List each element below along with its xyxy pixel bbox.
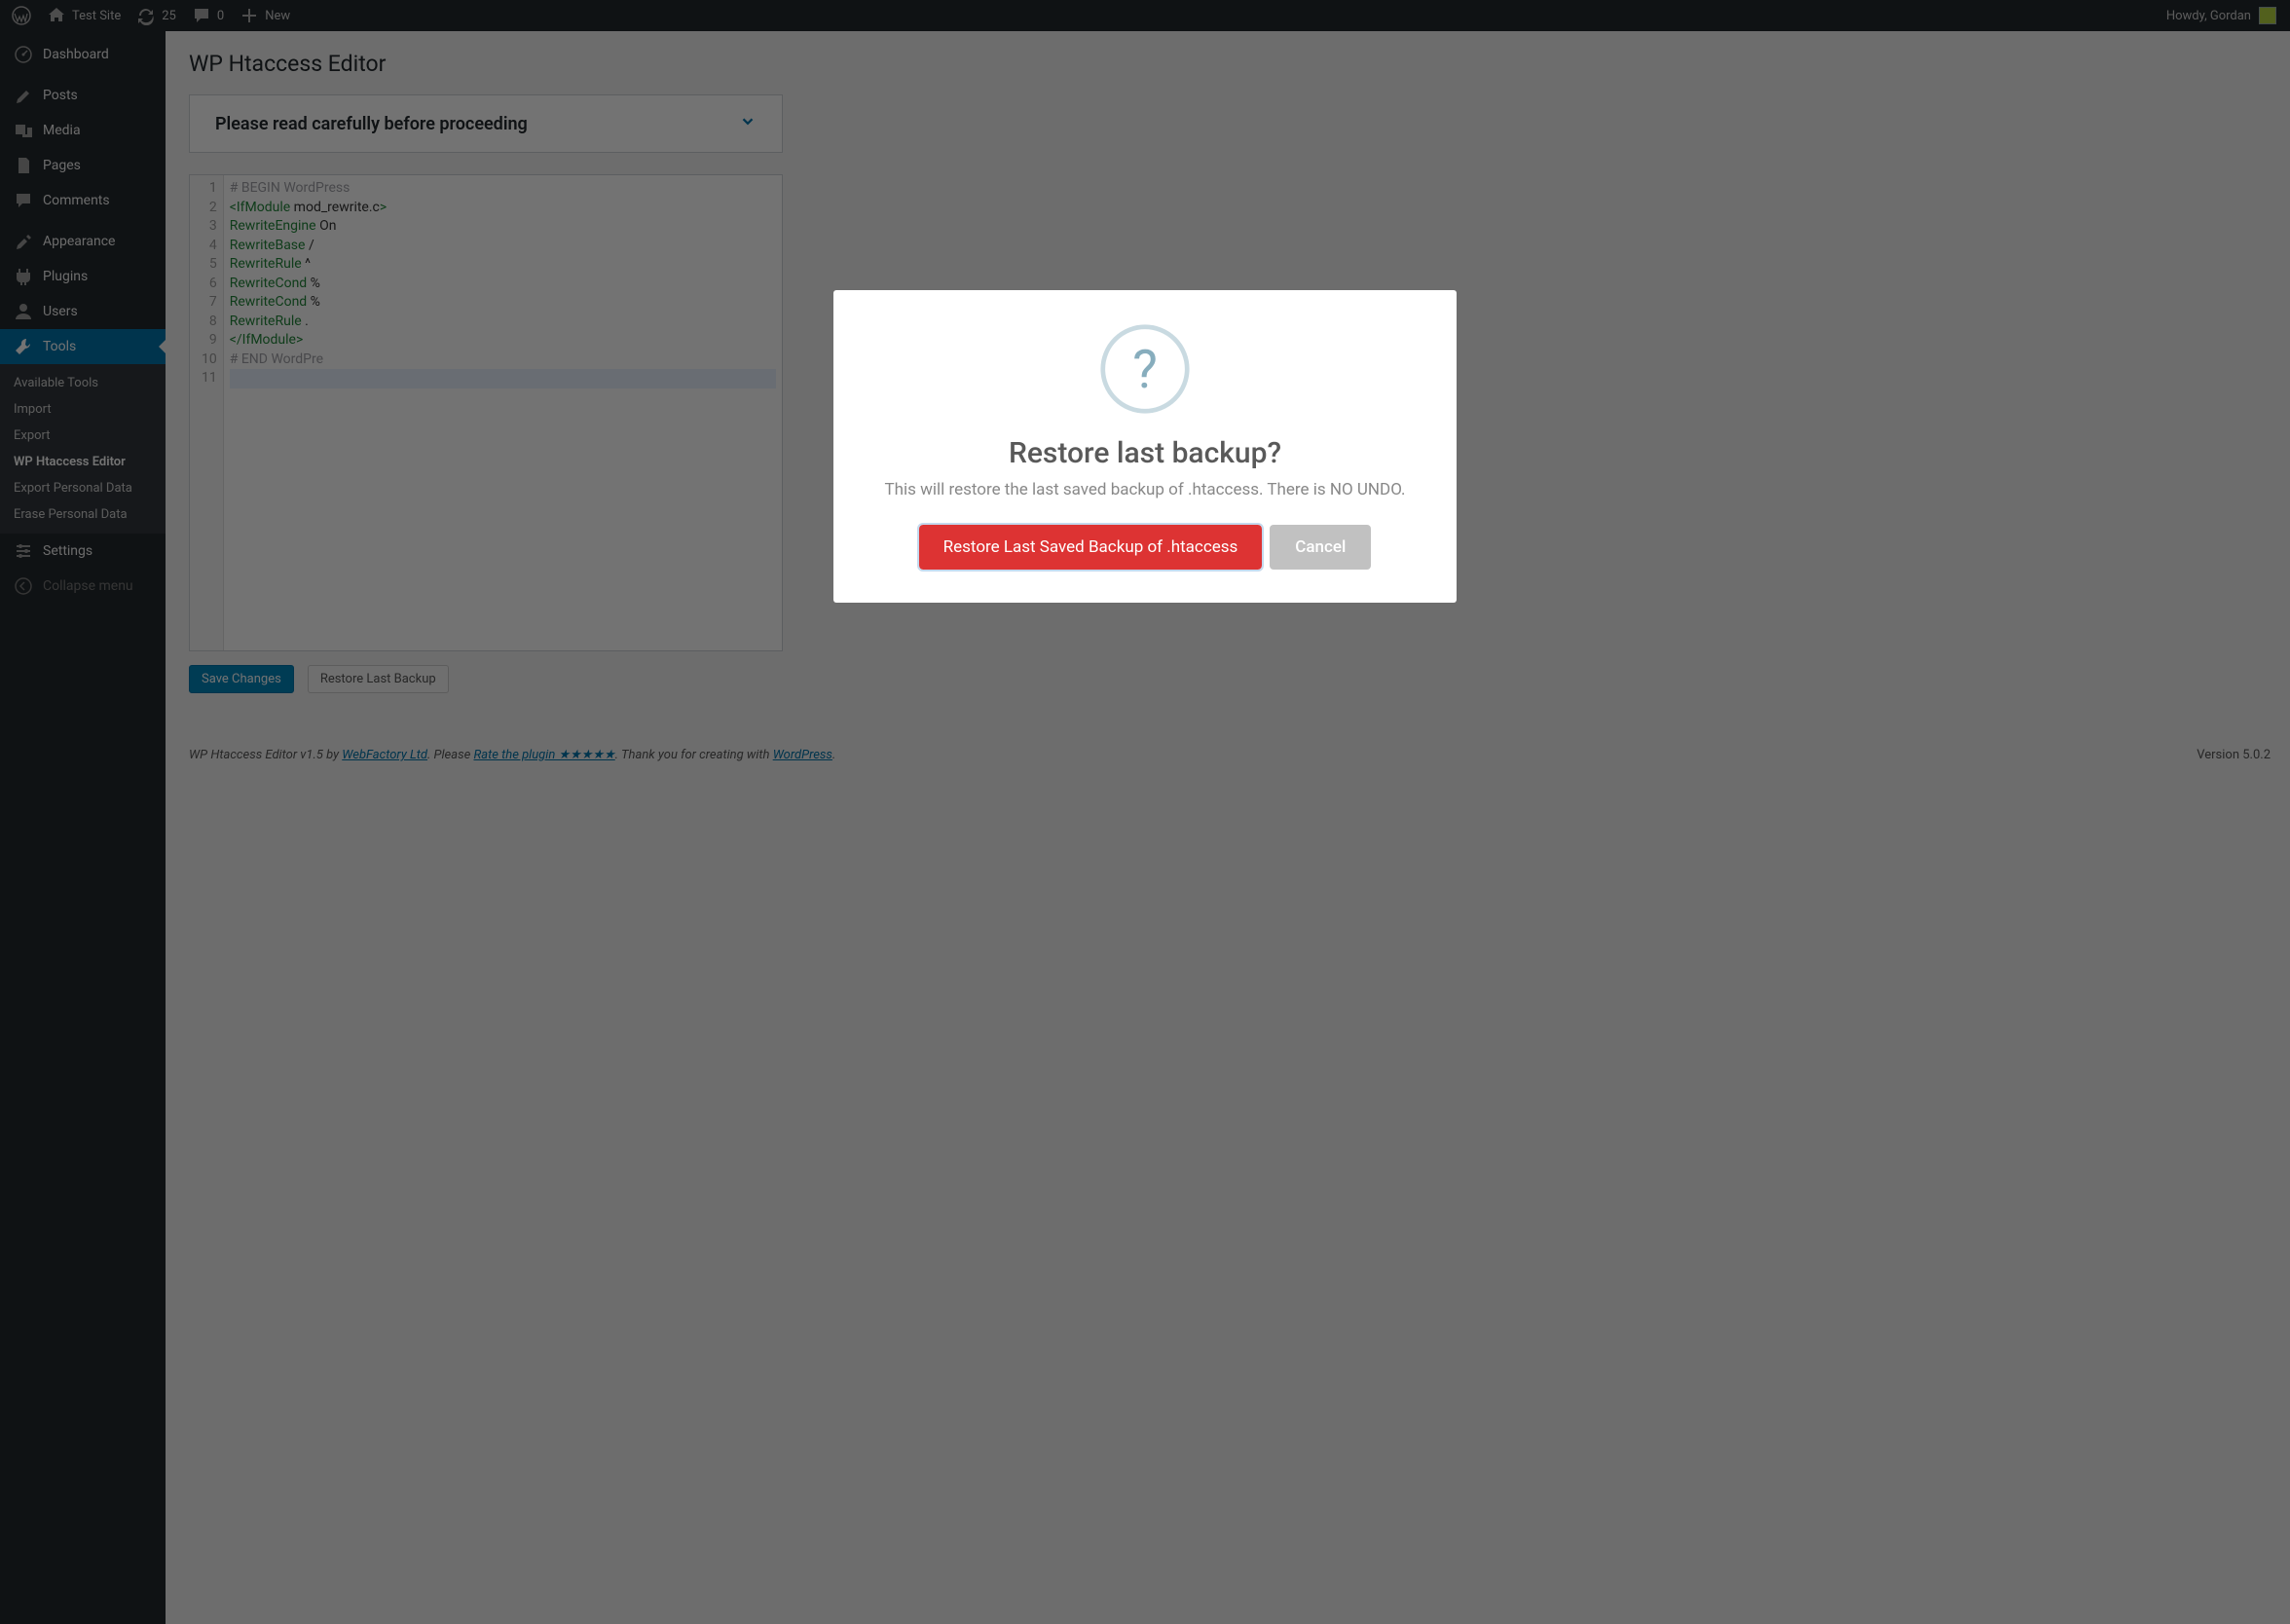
modal-overlay[interactable] xyxy=(0,0,2290,1624)
modal-cancel-button[interactable]: Cancel xyxy=(1270,525,1371,570)
confirm-modal: ? Restore last backup? This will restore… xyxy=(833,290,1457,603)
question-icon: ? xyxy=(863,323,1427,419)
modal-text: This will restore the last saved backup … xyxy=(863,480,1427,499)
svg-text:?: ? xyxy=(1132,339,1158,401)
modal-confirm-button[interactable]: Restore Last Saved Backup of .htaccess xyxy=(919,525,1263,570)
modal-title: Restore last backup? xyxy=(863,436,1427,470)
